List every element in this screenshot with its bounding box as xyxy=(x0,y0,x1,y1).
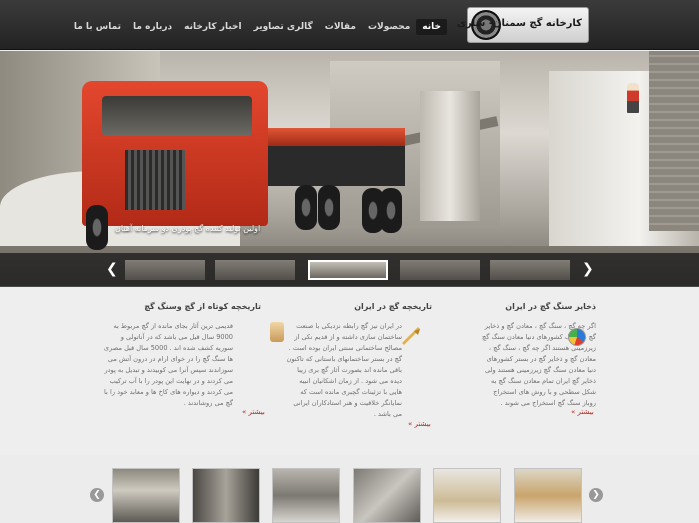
gallery-thumb[interactable] xyxy=(112,468,180,523)
read-more-link[interactable]: بیشتر » xyxy=(242,408,265,416)
slider-thumb[interactable] xyxy=(215,260,295,280)
nav-news[interactable]: اخبار کارخانه xyxy=(178,19,247,35)
site-logo[interactable]: کارخانه گچ سمنان- ساری xyxy=(457,7,589,43)
quill-pen-icon xyxy=(402,327,420,345)
nav-gallery[interactable]: گالری تصاویر xyxy=(248,19,319,35)
nav-articles[interactable]: مقالات xyxy=(319,19,362,35)
chevron-left-icon[interactable]: ❮ xyxy=(106,262,118,276)
gallery-thumb[interactable] xyxy=(192,468,260,523)
hero-worker xyxy=(627,83,639,113)
pie-chart-icon xyxy=(568,328,586,346)
chevron-left-icon[interactable]: ❮ xyxy=(90,488,104,502)
gallery-thumb[interactable] xyxy=(433,468,501,523)
nav-about[interactable]: درباره ما xyxy=(127,19,178,35)
column-title[interactable]: تاریخچه کوتاه از گچ وسنگ گچ xyxy=(103,302,261,311)
column-text: قدیمی ترین آثار بجای مانده از گچ مربوط ب… xyxy=(103,322,233,407)
truck-wheel xyxy=(380,188,402,233)
column-gypsum-short-history: تاریخچه کوتاه از گچ وسنگ گچ قدیمی ترین آ… xyxy=(103,302,261,409)
column-gypsum-reserves: ذخایر سنگ گچ در ایران اگر چه گچ ، سنگ گچ… xyxy=(462,302,596,409)
gallery-thumb[interactable] xyxy=(514,468,582,523)
gallery-thumb[interactable] xyxy=(272,468,340,523)
truck-wheel xyxy=(86,205,108,250)
truck-rail xyxy=(255,146,405,186)
chevron-right-icon[interactable]: ❯ xyxy=(582,262,594,276)
scroll-icon xyxy=(270,322,284,342)
logo-text: کارخانه گچ سمنان- ساری xyxy=(456,18,582,29)
column-title[interactable]: تاریخچه گچ در ایران xyxy=(286,302,432,311)
site-header: کارخانه گچ سمنان- ساری خانه محصولات مقال… xyxy=(0,0,699,50)
main-nav: خانه محصولات مقالات گالری تصاویر اخبار ک… xyxy=(68,19,447,35)
truck-wheel xyxy=(318,185,340,230)
slider-thumb[interactable] xyxy=(125,260,205,280)
slider-thumb[interactable] xyxy=(400,260,480,280)
read-more-link[interactable]: بیشتر » xyxy=(408,420,431,428)
truck-grille xyxy=(125,150,185,210)
truck-wheel xyxy=(295,185,317,230)
nav-contact[interactable]: تماس با ما xyxy=(68,19,127,35)
hero-bg-brick xyxy=(649,51,699,231)
slide-caption: اولین تولید کننده گچ پودری دو سرمانه آهن… xyxy=(115,224,261,233)
truck-window xyxy=(102,96,252,136)
truck-bed xyxy=(255,128,405,146)
column-gypsum-history-iran: تاریخچه گچ در ایران در ایران نیز گچ رابط… xyxy=(286,302,433,420)
gallery-thumb[interactable] xyxy=(353,468,421,523)
read-more-link[interactable]: بیشتر » xyxy=(571,408,594,416)
hero-bg-silo xyxy=(420,91,480,221)
chevron-right-icon[interactable]: ❯ xyxy=(589,488,603,502)
slider-thumb[interactable] xyxy=(490,260,570,280)
column-title[interactable]: ذخایر سنگ گچ در ایران xyxy=(462,302,596,311)
nav-home[interactable]: خانه xyxy=(416,19,447,35)
nav-products[interactable]: محصولات xyxy=(362,19,416,35)
slider-thumb-active[interactable] xyxy=(308,260,388,280)
